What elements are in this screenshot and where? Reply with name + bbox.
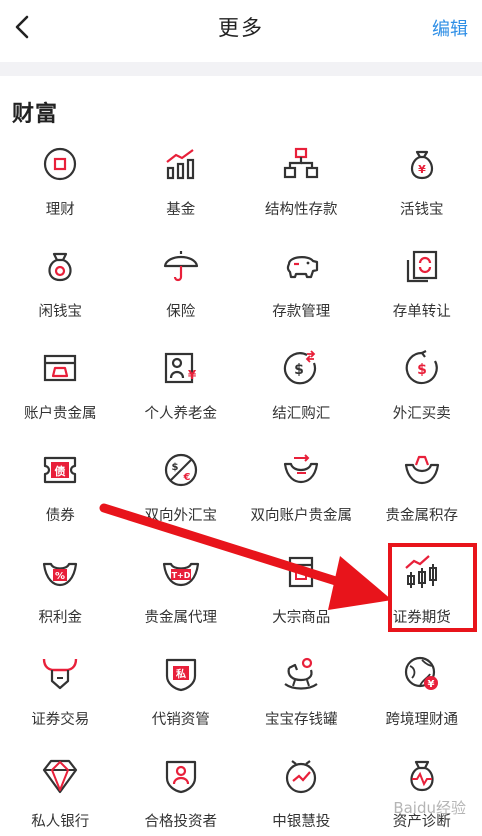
service-grid: 理财 基金 结构性存款 ¥ 活钱宝 闲钱宝 保险 存款管理 存单转让 账户贵金属… <box>0 136 482 836</box>
dollar-exchange-icon: $ <box>284 350 317 385</box>
money-bag-icon <box>48 252 72 282</box>
svg-text:€: € <box>182 472 190 483</box>
piggy-bank-icon <box>287 256 319 279</box>
yen-bag-icon: ¥ <box>410 150 433 180</box>
service-item-precious-metal-agency[interactable]: T+D 贵金属代理 <box>121 544 242 646</box>
service-item-bond[interactable]: 债 债券 <box>0 442 121 544</box>
pension-person-icon: ¥ <box>164 352 197 384</box>
shield-private-icon: 私 <box>165 658 196 692</box>
service-item-certificate-transfer[interactable]: 存单转让 <box>362 238 482 340</box>
service-item-fx-trading[interactable]: $ 外汇买卖 <box>362 340 482 442</box>
svg-text:债: 债 <box>55 464 66 478</box>
commodity-box-icon <box>289 556 314 588</box>
service-item-asset-diagnosis[interactable]: 资产诊断 <box>362 748 482 836</box>
service-item-fx-settlement[interactable]: $ 结汇购汇 <box>241 340 362 442</box>
service-item-precious-metal-saving[interactable]: 贵金属积存 <box>362 442 482 544</box>
service-item-account-precious-metal[interactable]: 账户贵金属 <box>0 340 121 442</box>
section-divider <box>0 62 482 76</box>
service-item-boc-smart-invest[interactable]: 中银慧投 <box>241 748 362 836</box>
bond-ticket-icon: 债 <box>44 456 77 484</box>
service-item-qualified-investor[interactable]: 合格投资者 <box>121 748 242 836</box>
svg-text:私: 私 <box>175 668 186 681</box>
svg-text:¥: ¥ <box>418 163 426 176</box>
section-title-wealth: 财富 <box>12 102 59 127</box>
rocking-horse-icon <box>284 657 318 690</box>
svg-text:¥: ¥ <box>427 679 434 690</box>
service-item-jilijin[interactable]: % 积利金 <box>0 544 121 646</box>
page-title: 更多 <box>218 16 264 40</box>
svg-text:%: % <box>55 571 65 582</box>
diagnosis-bag-icon <box>410 760 434 792</box>
service-item-xianqianbao[interactable]: 闲钱宝 <box>0 238 121 340</box>
wealth-coin-icon <box>44 147 77 181</box>
ingot-arrows-icon <box>284 454 319 484</box>
service-item-baoxian[interactable]: 保险 <box>121 238 242 340</box>
ingot-td-icon: T+D <box>162 562 199 587</box>
diamond-icon <box>43 759 78 794</box>
service-item-two-way-precious-metal[interactable]: 双向账户贵金属 <box>241 442 362 544</box>
service-item-securities-trading[interactable]: 证券交易 <box>0 646 121 748</box>
service-item-jijin[interactable]: 基金 <box>121 136 242 238</box>
service-item-two-way-fx[interactable]: $ € 双向外汇宝 <box>121 442 242 544</box>
service-item-huoqianbao[interactable]: ¥ 活钱宝 <box>362 136 482 238</box>
service-item-licai[interactable]: 理财 <box>0 136 121 238</box>
globe-yen-icon: ¥ <box>404 656 438 690</box>
svg-text:$: $ <box>417 362 427 378</box>
structure-tree-icon <box>284 147 319 179</box>
service-item-structured-deposit[interactable]: 结构性存款 <box>241 136 362 238</box>
dollar-euro-icon: $ € <box>164 453 197 487</box>
service-item-agency-asset-management[interactable]: 私 代销资管 <box>121 646 242 748</box>
gold-bar-box-icon <box>44 354 77 382</box>
annotation-highlight-box <box>388 543 477 632</box>
svg-text:$: $ <box>294 362 304 378</box>
service-item-personal-pension[interactable]: ¥ 个人养老金 <box>121 340 242 442</box>
bull-icon <box>43 658 78 690</box>
fund-chart-icon <box>166 149 194 180</box>
svg-text:¥: ¥ <box>188 368 197 382</box>
ingot-percent-icon: % <box>43 562 78 587</box>
svg-text:$: $ <box>171 462 178 473</box>
service-item-cross-border-wealth[interactable]: ¥ 跨境理财通 <box>362 646 482 748</box>
svg-text:T+D: T+D <box>171 571 190 580</box>
certificate-transfer-icon <box>406 250 437 283</box>
service-item-baby-piggy-bank[interactable]: 宝宝存钱罐 <box>241 646 362 748</box>
service-item-deposit-management[interactable]: 存款管理 <box>241 238 362 340</box>
edit-button[interactable]: 编辑 <box>432 15 468 41</box>
service-item-private-banking[interactable]: 私人银行 <box>0 748 121 836</box>
umbrella-icon <box>163 251 198 282</box>
ingot-icon <box>404 455 439 485</box>
watermark-text: Baidu经验 <box>393 799 466 817</box>
top-nav-bar: 更多 编辑 <box>0 0 482 60</box>
clock-chart-icon <box>286 760 317 794</box>
dollar-cycle-icon: $ <box>405 350 438 385</box>
shield-person-icon <box>165 760 196 794</box>
service-item-commodity[interactable]: 大宗商品 <box>241 544 362 646</box>
